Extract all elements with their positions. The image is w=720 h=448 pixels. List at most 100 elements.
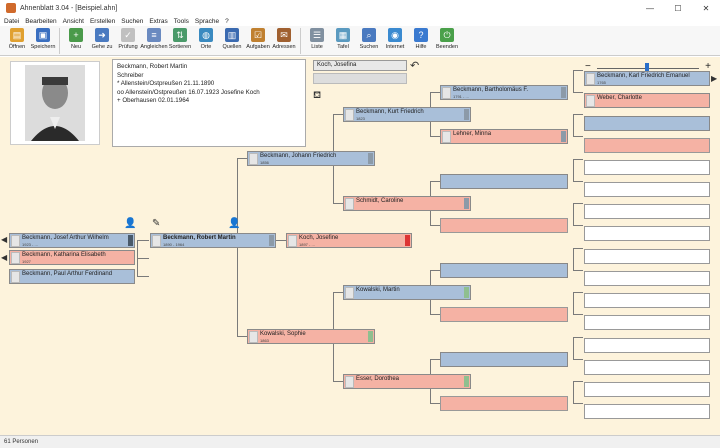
paint-bucket-icon[interactable]: ⛾ — [313, 90, 321, 103]
person-box-empty[interactable] — [584, 360, 710, 375]
person-box-ggm-1[interactable]: Lehner, Minna — [440, 129, 568, 144]
person-box-empty[interactable] — [440, 218, 568, 233]
person-box-child-2[interactable]: Beckmann, Katharina Elisabeth 1927 — [9, 250, 135, 265]
person-thumbnail — [345, 287, 354, 299]
person-box-empty[interactable] — [584, 116, 710, 131]
toolbar-button-internet[interactable]: ◉ Internet — [382, 26, 408, 56]
person-years: 1890 - 1964 — [163, 242, 185, 247]
person-box-empty[interactable] — [584, 226, 710, 241]
edit-pencil-icon[interactable]: ✎ — [152, 218, 160, 229]
menu-tools[interactable]: Tools — [174, 18, 189, 25]
connector — [573, 359, 583, 360]
person-box-empty[interactable] — [440, 352, 568, 367]
toolbar-button-sortieren[interactable]: ⇅ Sortieren — [167, 26, 193, 56]
toolbar-button-neu[interactable]: + Neu — [63, 26, 89, 56]
person-box-empty[interactable] — [584, 182, 710, 197]
toolbar-button-hilfe[interactable]: ? Hilfe — [408, 26, 434, 56]
person-box-empty[interactable] — [584, 315, 710, 330]
person-tab[interactable] — [128, 235, 133, 246]
person-box-empty[interactable] — [584, 160, 710, 175]
toolbar-button-quellen[interactable]: ▥ Quellen — [219, 26, 245, 56]
add-parent-icon[interactable]: 👤 — [228, 218, 240, 229]
person-tab[interactable] — [405, 235, 410, 246]
person-tab[interactable] — [464, 287, 469, 298]
add-child-icon[interactable]: 👤 — [124, 218, 136, 229]
person-box-empty[interactable] — [584, 338, 710, 353]
connector — [573, 314, 583, 315]
person-tab[interactable] — [464, 198, 469, 209]
person-tab[interactable] — [368, 331, 373, 342]
person-name: Kowalski, Martin — [356, 287, 400, 293]
toolbar-button-aufgaben[interactable]: ☑ Aufgaben — [245, 26, 271, 56]
person-box-child-3[interactable]: Beckmann, Paul Arthur Ferdinand — [9, 269, 135, 284]
person-box-empty[interactable] — [440, 396, 568, 411]
person-name: Kowalski, Sophie — [260, 331, 306, 337]
person-box-empty[interactable] — [584, 204, 710, 219]
folder-icon: ▤ — [10, 28, 24, 42]
person-box-father[interactable]: Beckmann, Johann Friedrich 1856 — [247, 151, 375, 166]
person-box-mother[interactable]: Kowalski, Sophie 1863 — [247, 329, 375, 344]
menu-help[interactable]: ? — [225, 18, 229, 25]
menu-ansicht[interactable]: Ansicht — [63, 18, 84, 25]
person-tab[interactable] — [368, 153, 373, 164]
minimize-button[interactable]: — — [636, 0, 664, 16]
menu-datei[interactable]: Datei — [4, 18, 19, 25]
person-box-gm-maternal[interactable]: Esser, Dorothea — [343, 374, 471, 389]
menu-erstellen[interactable]: Erstellen — [90, 18, 115, 25]
person-name: Koch, Josefine — [299, 235, 339, 241]
arrow-left-icon[interactable]: ◀ — [1, 253, 7, 262]
person-tab[interactable] — [269, 235, 274, 246]
person-box-empty[interactable] — [584, 293, 710, 308]
toolbar-button-speichern[interactable]: ▣ Speichern — [30, 26, 56, 56]
person-tab[interactable] — [464, 376, 469, 387]
connector — [137, 258, 149, 259]
secondary-select[interactable] — [313, 73, 407, 84]
connector — [573, 292, 574, 314]
person-box-proband[interactable]: Beckmann, Robert Martin 1890 - 1964 — [150, 233, 276, 248]
person-box-child-1[interactable]: Beckmann, Josef Arthur Wilhelm 1923 - ..… — [9, 233, 135, 248]
person-box-spouse[interactable]: Koch, Josefine 1897 - ... — [286, 233, 412, 248]
person-box-gm-paternal[interactable]: Schmidt, Caroline — [343, 196, 471, 211]
person-tab[interactable] — [464, 109, 469, 120]
person-box-empty[interactable] — [584, 138, 710, 153]
person-box-gggf-1[interactable]: Beckmann, Karl Friedrich Emanuel 1765 — [584, 71, 710, 86]
person-box-ggf-1[interactable]: Beckmann, Bartholomäus F. 1791 - ... — [440, 85, 568, 100]
toolbar-button-angleichen[interactable]: ≡ Angleichen — [140, 26, 168, 56]
menu-suchen[interactable]: Suchen — [121, 18, 143, 25]
undo-icon[interactable]: ↶ — [410, 59, 419, 72]
toolbar-button--ffnen[interactable]: ▤ Öffnen — [4, 26, 30, 56]
toolbar-button-orte[interactable]: ◍ Orte — [193, 26, 219, 56]
toolbar-button-tafel[interactable]: ▦ Tafel — [330, 26, 356, 56]
person-box-empty[interactable] — [440, 263, 568, 278]
toolbar-button-suchen[interactable]: ⌕ Suchen — [356, 26, 382, 56]
toolbar-button-label: Öffnen — [8, 44, 26, 50]
person-box-gf-maternal[interactable]: Kowalski, Martin — [343, 285, 471, 300]
person-box-empty[interactable] — [584, 271, 710, 286]
menu-bearbeiten[interactable]: Bearbeiten — [25, 18, 56, 25]
person-tab[interactable] — [561, 131, 566, 142]
menu-extras[interactable]: Extras — [149, 18, 167, 25]
person-box-empty[interactable] — [584, 404, 710, 419]
person-box-empty[interactable] — [584, 382, 710, 397]
person-box-empty[interactable] — [440, 174, 568, 189]
arrow-left-icon[interactable]: ◀ — [1, 235, 7, 244]
person-box-empty[interactable] — [440, 307, 568, 322]
maximize-button[interactable]: ☐ — [664, 0, 692, 16]
person-name: Lehner, Minna — [453, 131, 492, 137]
close-button[interactable]: ✕ — [692, 0, 720, 16]
toolbar-button-adressen[interactable]: ✉ Adressen — [271, 26, 297, 56]
person-tab[interactable] — [561, 87, 566, 98]
toolbar-button-liste[interactable]: ☰ Liste — [304, 26, 330, 56]
menu-sprache[interactable]: Sprache — [195, 18, 219, 25]
spouse-select[interactable]: Koch, Josefina — [313, 60, 407, 71]
toolbar-button-pr-fung[interactable]: ✓ Prüfung — [115, 26, 141, 56]
person-thumbnail — [345, 376, 354, 388]
person-box-gf-paternal[interactable]: Beckmann, Kurt Friedrich 1823 — [343, 107, 471, 122]
person-box-gggm-1[interactable]: Weber, Charlotte — [584, 93, 710, 108]
toolbar-button-beenden[interactable]: ⏻ Beenden — [434, 26, 460, 56]
arrow-right-icon[interactable]: ▶ — [711, 74, 717, 83]
person-box-empty[interactable] — [584, 249, 710, 264]
toolbar-button-gehe-zu[interactable]: ➜ Gehe zu — [89, 26, 115, 56]
info-occupation: Schreiber — [117, 71, 144, 79]
person-years: 1856 — [260, 160, 269, 165]
